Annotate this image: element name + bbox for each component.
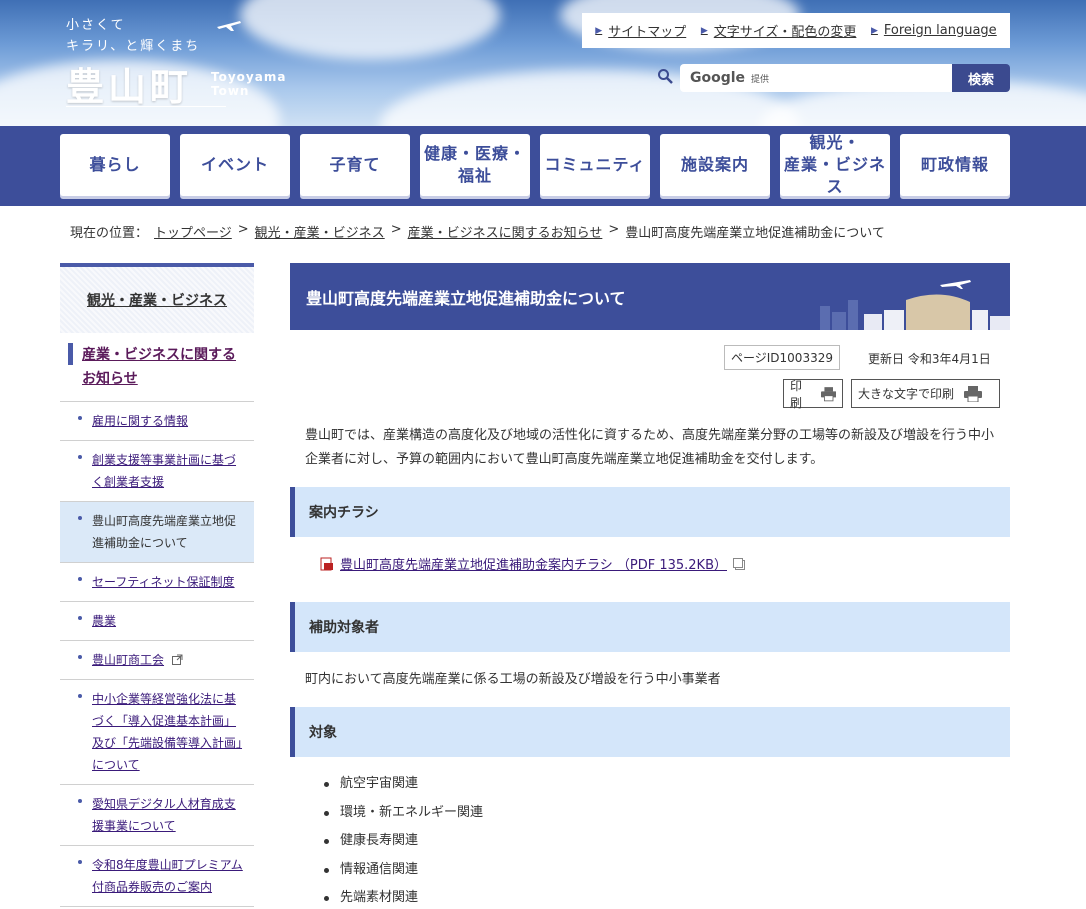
logo-town-name: 豊山町 xyxy=(66,65,193,109)
site-logo[interactable]: 小さくて キラリ、と輝くまち 豊山町 Toyoyama Town xyxy=(66,14,285,111)
sidebar-item[interactable]: 雇用に関する情報 xyxy=(60,402,254,441)
search-provided-label: 提供 xyxy=(751,74,770,85)
sidebar-item[interactable]: 農業 xyxy=(60,602,254,641)
cityscape-illustration xyxy=(820,280,1010,330)
print-button[interactable]: 印刷 xyxy=(783,379,843,410)
nav-item-health[interactable]: 健康・医療・ 福祉 xyxy=(420,134,530,196)
search-icon xyxy=(658,69,673,84)
font-size-color-link[interactable]: ▶ 文字サイズ・配色の変更 xyxy=(701,21,857,40)
nav-item-childcare[interactable]: 子育て xyxy=(300,134,410,196)
utility-links: ▶ サイトマップ ▶ 文字サイズ・配色の変更 ▶ Foreign language xyxy=(582,13,1010,48)
list-item: 航空宇宙関連 xyxy=(324,770,483,799)
updated-date: 更新日 令和3年4月1日 xyxy=(868,352,991,366)
sidebar-current-category[interactable]: 産業・ビジネスに関するお知らせ xyxy=(60,333,254,402)
print-large-button[interactable]: 大きな文字で印刷 xyxy=(851,379,1000,408)
sidebar-heading[interactable]: 観光・産業・ビジネス xyxy=(60,263,254,333)
breadcrumb-current: 豊山町高度先端産業立地促進補助金について xyxy=(625,226,885,241)
external-link-icon xyxy=(171,654,183,665)
nav-item-events[interactable]: イベント xyxy=(180,134,290,196)
breadcrumb-tourism[interactable]: 観光・産業・ビジネス xyxy=(255,222,385,241)
section-heading-eligible: 補助対象者 xyxy=(290,602,1010,652)
logo-tagline-1: 小さくて xyxy=(66,18,126,33)
section-heading-flyer: 案内チラシ xyxy=(290,487,1010,537)
list-item: 先端素材関連 xyxy=(324,884,483,909)
airplane-icon xyxy=(217,21,241,31)
sidebar-item[interactable]: 創業支援等事業計画に基づく創業者支援 xyxy=(60,441,254,502)
pdf-link[interactable]: 豊山町高度先端産業立地促進補助金案内チラシ （PDF 135.2KB） xyxy=(320,554,745,573)
search-input[interactable]: Google 提供 xyxy=(680,64,952,92)
lead-paragraph: 豊山町では、産業構造の高度化及び地域の活性化に資するため、高度先端産業分野の工場… xyxy=(305,428,995,467)
sidebar-item[interactable]: 豊山町商工会 xyxy=(60,641,254,680)
sidebar-item[interactable]: 中小企業等経営強化法に基づく「導入促進基本計画」及び「先端設備等導入計画」につい… xyxy=(60,680,254,785)
pdf-icon xyxy=(320,557,333,570)
sidebar-item[interactable]: 令和8年度豊山町プレミアム付商品券販売のご案内 xyxy=(60,846,254,907)
sidebar-item-active[interactable]: 豊山町高度先端産業立地促進補助金について xyxy=(60,502,254,563)
nav-item-facilities[interactable]: 施設案内 xyxy=(660,134,770,196)
sitemap-link[interactable]: ▶ サイトマップ xyxy=(595,21,686,40)
breadcrumb-top[interactable]: トップページ xyxy=(154,222,232,241)
sidebar-item[interactable]: セーフティネット保証制度 xyxy=(60,563,254,602)
nav-item-town-admin[interactable]: 町政情報 xyxy=(900,134,1010,196)
section-heading-targets: 対象 xyxy=(290,707,1010,757)
printer-icon xyxy=(820,386,836,401)
breadcrumb-business-news[interactable]: 産業・ビジネスに関するお知らせ xyxy=(408,222,603,241)
global-nav: 暮らし イベント 子育て 健康・医療・ 福祉 コミュニティ 施設案内 観光・ 産… xyxy=(0,126,1086,206)
target-list: 航空宇宙関連 環境・新エネルギー関連 健康長寿関連 情報通信関連 先端素材関連 xyxy=(324,770,483,909)
list-item: 健康長寿関連 xyxy=(324,827,483,856)
search-button[interactable]: 検索 xyxy=(952,64,1010,92)
eligible-text: 町内において高度先端産業に係る工場の新設及び増設を行う中小事業者 xyxy=(305,672,721,687)
logo-town-name-en: Toyoyama Town xyxy=(211,70,287,98)
page-id: ページID1003329 xyxy=(724,345,840,370)
site-header: 小さくて キラリ、と輝くまち 豊山町 Toyoyama Town ▶ サイトマップ… xyxy=(0,0,1086,126)
nav-item-community[interactable]: コミュニティ xyxy=(540,134,650,196)
new-window-icon xyxy=(733,557,745,570)
nav-item-living[interactable]: 暮らし xyxy=(60,134,170,196)
nav-item-tourism-business[interactable]: 観光・ 産業・ビジネス xyxy=(780,133,890,196)
sidebar: 観光・産業・ビジネス 産業・ビジネスに関するお知らせ 雇用に関する情報 創業支援… xyxy=(60,263,254,907)
logo-tagline-2: キラリ、と輝くまち xyxy=(66,39,201,54)
breadcrumb-label: 現在の位置： xyxy=(70,226,149,241)
printer-icon xyxy=(964,385,983,402)
foreign-language-link[interactable]: ▶ Foreign language xyxy=(871,23,997,38)
google-brand: Google xyxy=(690,70,746,86)
sidebar-item[interactable]: 愛知県デジタル人材育成支援事業について xyxy=(60,785,254,846)
list-item: 情報通信関連 xyxy=(324,856,483,885)
list-item: 環境・新エネルギー関連 xyxy=(324,799,483,828)
breadcrumb: 現在の位置： トップページ > 観光・産業・ビジネス > 産業・ビジネスに関する… xyxy=(70,222,885,241)
page-title: 豊山町高度先端産業立地促進補助金について xyxy=(290,263,1010,330)
